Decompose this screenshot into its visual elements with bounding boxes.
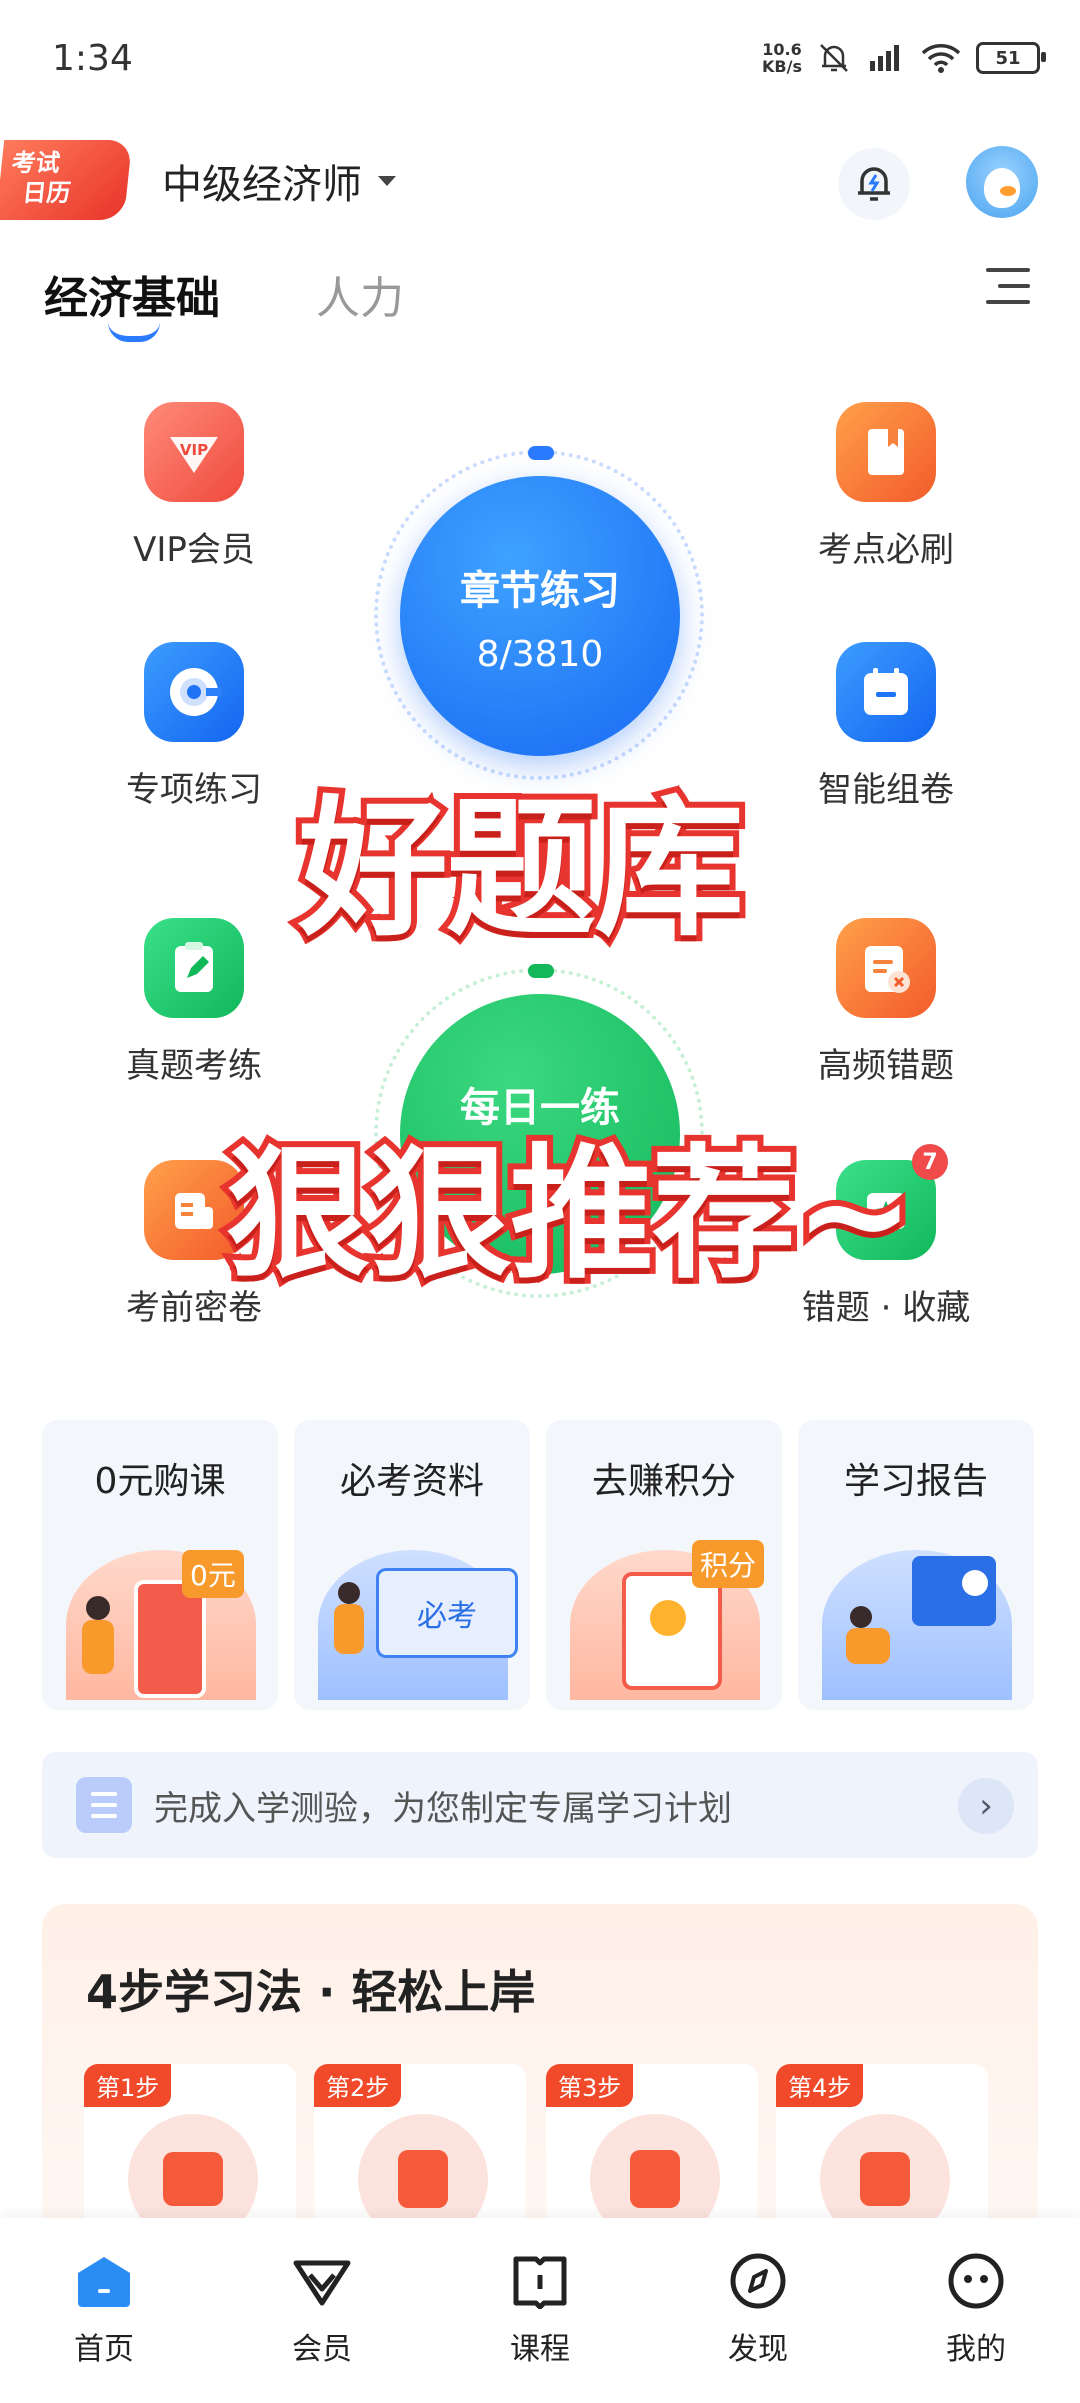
person-icon bbox=[850, 1606, 872, 1628]
nav-label: 会员 bbox=[292, 2332, 352, 2367]
folder-icon bbox=[163, 2152, 223, 2206]
paper-icon bbox=[860, 2152, 910, 2206]
card-tag: 0元 bbox=[182, 1550, 244, 1598]
chapter-practice-title: 章节练习 bbox=[460, 567, 620, 614]
progress-dot bbox=[528, 446, 554, 460]
calendar-icon bbox=[836, 642, 936, 742]
exam-name: 中级经济师 bbox=[162, 162, 362, 208]
clipboard-icon bbox=[76, 1777, 132, 1833]
count-badge: 7 bbox=[912, 1144, 948, 1180]
target-icon bbox=[144, 642, 244, 742]
mute-bell-icon bbox=[820, 44, 848, 72]
cell-signal-icon bbox=[870, 45, 899, 71]
battery-icon: 51 bbox=[976, 42, 1046, 74]
clipboard-x-icon bbox=[836, 918, 936, 1018]
card-title: 0元购课 bbox=[94, 1461, 226, 1502]
net-speed: 10.6 KB/s bbox=[762, 40, 802, 76]
chapter-practice-button[interactable]: 章节练习 8/3810 bbox=[400, 476, 680, 756]
nav-label: 发现 bbox=[728, 2332, 788, 2367]
nav-home[interactable]: 首页 bbox=[34, 2250, 174, 2368]
step-tag: 第4步 bbox=[776, 2064, 864, 2107]
grid-label: 专项练习 bbox=[126, 770, 262, 810]
step-tag: 第2步 bbox=[314, 2064, 402, 2107]
steps-title: 4步学习法 · 轻松上岸 bbox=[86, 1965, 536, 2019]
grid-label: 高频错题 bbox=[818, 1046, 954, 1086]
promo-text-2: 狠狠推荐~ bbox=[220, 1124, 921, 1304]
svg-text:VIP: VIP bbox=[180, 441, 208, 459]
card-tag: 必考 bbox=[376, 1568, 518, 1658]
grid-smart-paper[interactable]: 智能组卷 bbox=[776, 642, 996, 811]
book-icon bbox=[836, 402, 936, 502]
chapter-practice-progress: 8/3810 bbox=[476, 633, 604, 675]
nav-label: 课程 bbox=[510, 2332, 570, 2367]
diamond-icon bbox=[291, 2250, 353, 2312]
notification-button[interactable] bbox=[838, 148, 910, 220]
card-study-report[interactable]: 学习报告 bbox=[798, 1420, 1034, 1710]
exam-selector[interactable]: 中级经济师 bbox=[162, 152, 396, 210]
bell-icon bbox=[858, 167, 890, 201]
grid-frequent-mistakes[interactable]: 高频错题 bbox=[776, 918, 996, 1087]
card-free-course[interactable]: 0元购课 0元 bbox=[42, 1420, 278, 1710]
tab-hr[interactable]: 人力 bbox=[316, 262, 404, 326]
wifi-icon bbox=[921, 44, 961, 73]
banner-text: 完成入学测验，为您制定专属学习计划 bbox=[154, 1788, 732, 1829]
entrance-test-banner[interactable]: 完成入学测验，为您制定专属学习计划 › bbox=[42, 1752, 1038, 1858]
step-tag: 第1步 bbox=[84, 2064, 172, 2107]
grid-label: 真题考练 bbox=[126, 1046, 262, 1086]
tab-economics-basics[interactable]: 经济基础 bbox=[44, 262, 220, 326]
nav-discover[interactable]: 发现 bbox=[688, 2250, 828, 2368]
nav-member[interactable]: 会员 bbox=[252, 2250, 392, 2368]
grid-label: 考点必刷 bbox=[818, 530, 954, 570]
card-earn-points[interactable]: 去赚积分 积分 bbox=[546, 1420, 782, 1710]
caret-down-icon bbox=[378, 176, 396, 186]
progress-dot bbox=[528, 964, 554, 978]
card-key-materials[interactable]: 必考资料 必考 bbox=[294, 1420, 530, 1710]
nav-label: 首页 bbox=[74, 2332, 134, 2367]
step-tag: 第3步 bbox=[546, 2064, 634, 2107]
compass-icon bbox=[727, 2250, 789, 2312]
chevron-right-icon: › bbox=[958, 1778, 1014, 1834]
person-icon bbox=[338, 1582, 360, 1604]
grid-key-points[interactable]: 考点必刷 bbox=[776, 402, 996, 571]
avatar[interactable] bbox=[966, 146, 1038, 218]
book-open-icon bbox=[509, 2250, 571, 2312]
status-time: 1:34 bbox=[52, 38, 133, 79]
grid-special-practice[interactable]: 专项练习 bbox=[84, 642, 304, 811]
home-icon bbox=[73, 2250, 135, 2312]
card-title: 学习报告 bbox=[843, 1461, 988, 1502]
person-icon bbox=[86, 1596, 110, 1620]
card-tag: 积分 bbox=[692, 1540, 765, 1588]
book-icon bbox=[398, 2150, 448, 2208]
menu-icon[interactable] bbox=[986, 268, 1030, 308]
grid-vip[interactable]: VIP VIP会员 bbox=[84, 402, 304, 571]
face-icon bbox=[945, 2250, 1007, 2312]
grid-real-exam[interactable]: 真题考练 bbox=[84, 918, 304, 1087]
clipboard-pen-icon bbox=[144, 918, 244, 1018]
status-icons: 10.6 KB/s 51 bbox=[762, 40, 1046, 76]
nav-label: 我的 bbox=[946, 2332, 1006, 2367]
nav-mine[interactable]: 我的 bbox=[906, 2250, 1046, 2368]
grid-label: 智能组卷 bbox=[818, 770, 954, 810]
tab-active-indicator bbox=[108, 322, 160, 342]
vip-icon: VIP bbox=[144, 402, 244, 502]
exam-calendar-button[interactable]: 考试 日历 bbox=[0, 140, 133, 220]
promo-text-1: 好题库 bbox=[292, 777, 750, 963]
clipboard-x-icon bbox=[630, 2150, 680, 2208]
coin-icon bbox=[650, 1600, 686, 1636]
nav-course[interactable]: 课程 bbox=[470, 2250, 610, 2368]
card-title: 必考资料 bbox=[339, 1461, 484, 1502]
card-title: 去赚积分 bbox=[591, 1461, 736, 1502]
grid-label: VIP会员 bbox=[133, 530, 255, 570]
